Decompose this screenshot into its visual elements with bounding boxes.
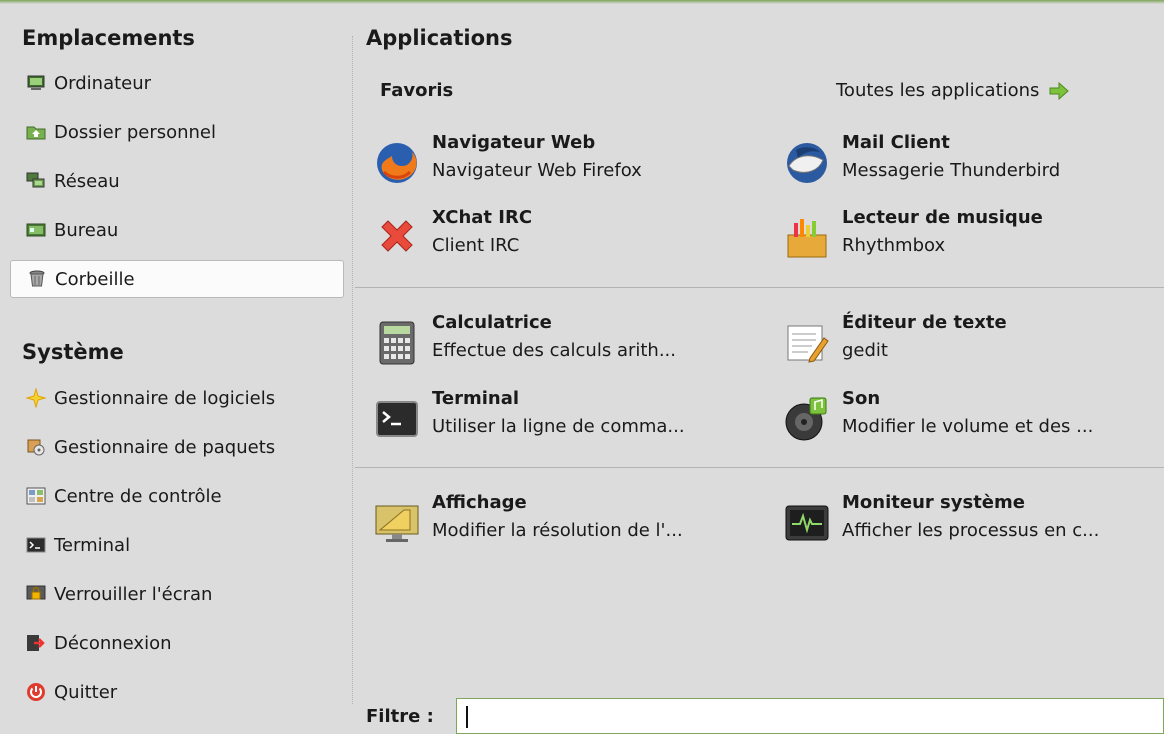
places-title: Emplacements: [22, 26, 195, 50]
logout-icon: [26, 633, 46, 653]
sound-icon: [784, 396, 830, 442]
place-label: Dossier personnel: [54, 121, 217, 143]
rhythmbox-icon: [784, 215, 830, 261]
app-description: Navigateur Web Firefox: [432, 160, 642, 181]
app-xchat[interactable]: XChat IRC Client IRC: [374, 207, 764, 269]
app-mail-client[interactable]: Mail Client Messagerie Thunderbird: [784, 132, 1164, 194]
display-icon: [374, 500, 420, 546]
app-description: Client IRC: [432, 235, 520, 256]
power-icon: [26, 682, 46, 702]
thunderbird-icon: [784, 140, 830, 186]
app-description: gedit: [842, 340, 888, 361]
app-terminal[interactable]: Terminal Utiliser la ligne de comma...: [374, 388, 764, 450]
system-label: Centre de contrôle: [54, 485, 222, 507]
home-folder-icon: [26, 122, 46, 142]
app-system-monitor[interactable]: Moniteur système Afficher les processus …: [784, 492, 1164, 554]
system-software-manager[interactable]: Gestionnaire de logiciels: [10, 379, 344, 417]
app-display[interactable]: Affichage Modifier la résolution de l'..…: [374, 492, 764, 554]
text-cursor: [466, 706, 468, 728]
place-label: Réseau: [54, 170, 120, 192]
app-name: Terminal: [432, 388, 520, 409]
terminal-icon: [374, 396, 420, 442]
app-description: Afficher les processus en c...: [842, 520, 1100, 541]
system-label: Gestionnaire de logiciels: [54, 387, 276, 409]
control-center-icon: [26, 486, 46, 506]
software-manager-icon: [26, 388, 46, 408]
system-quit[interactable]: Quitter: [10, 673, 344, 711]
place-label: Bureau: [54, 219, 119, 241]
calculator-icon: [374, 320, 420, 366]
desktop-icon: [26, 220, 46, 240]
app-name: XChat IRC: [432, 207, 533, 228]
system-package-manager[interactable]: Gestionnaire de paquets: [10, 428, 344, 466]
place-network[interactable]: Réseau: [10, 162, 344, 200]
column-divider: [352, 36, 353, 704]
trash-icon: [27, 269, 47, 289]
system-title: Système: [22, 340, 124, 364]
app-calculator[interactable]: Calculatrice Effectue des calculs arith.…: [374, 312, 764, 374]
app-web-browser[interactable]: Navigateur Web Navigateur Web Firefox: [374, 132, 764, 194]
left-panel: Emplacements Ordinateur Dossier personne…: [0, 0, 352, 734]
all-applications-label: Toutes les applications: [836, 80, 1040, 101]
package-manager-icon: [26, 437, 46, 457]
app-description: Rhythmbox: [842, 235, 946, 256]
text-editor-icon: [784, 320, 830, 366]
section-divider: [355, 467, 1164, 468]
app-description: Utiliser la ligne de comma...: [432, 416, 685, 437]
system-label: Terminal: [54, 534, 131, 556]
favorites-label: Favoris: [380, 80, 454, 101]
app-name: Navigateur Web: [432, 132, 596, 153]
system-monitor-icon: [784, 500, 830, 546]
terminal-icon: [26, 535, 46, 555]
app-description: Messagerie Thunderbird: [842, 160, 1061, 181]
place-computer[interactable]: Ordinateur: [10, 64, 344, 102]
system-control-center[interactable]: Centre de contrôle: [10, 477, 344, 515]
app-text-editor[interactable]: Éditeur de texte gedit: [784, 312, 1164, 374]
system-logout[interactable]: Déconnexion: [10, 624, 344, 662]
xchat-icon: [374, 215, 420, 261]
system-label: Quitter: [54, 681, 118, 703]
place-home-folder[interactable]: Dossier personnel: [10, 113, 344, 151]
all-applications-link[interactable]: Toutes les applications: [836, 80, 1070, 101]
network-icon: [26, 171, 46, 191]
place-desktop[interactable]: Bureau: [10, 211, 344, 249]
app-name: Son: [842, 388, 881, 409]
app-name: Moniteur système: [842, 492, 1025, 513]
app-music-player[interactable]: Lecteur de musique Rhythmbox: [784, 207, 1164, 269]
app-sound[interactable]: Son Modifier le volume et des ...: [784, 388, 1164, 450]
place-label: Corbeille: [55, 268, 135, 290]
place-label: Ordinateur: [54, 72, 152, 94]
lock-screen-icon: [26, 584, 46, 604]
app-name: Mail Client: [842, 132, 950, 153]
app-name: Éditeur de texte: [842, 312, 1007, 333]
system-label: Gestionnaire de paquets: [54, 436, 276, 458]
computer-icon: [26, 73, 46, 93]
place-trash[interactable]: Corbeille: [10, 260, 344, 298]
app-description: Modifier la résolution de l'...: [432, 520, 683, 541]
app-name: Affichage: [432, 492, 527, 513]
filter-label: Filtre :: [366, 706, 434, 727]
app-description: Modifier le volume et des ...: [842, 416, 1094, 437]
green-arrow-right-icon: [1049, 81, 1070, 100]
section-divider: [355, 287, 1164, 288]
system-label: Déconnexion: [54, 632, 172, 654]
app-name: Lecteur de musique: [842, 207, 1043, 228]
firefox-icon: [374, 140, 420, 186]
filter-input[interactable]: [456, 698, 1164, 734]
system-label: Verrouiller l'écran: [54, 583, 213, 605]
app-name: Calculatrice: [432, 312, 552, 333]
system-terminal[interactable]: Terminal: [10, 526, 344, 564]
applications-title: Applications: [366, 26, 513, 50]
system-lock-screen[interactable]: Verrouiller l'écran: [10, 575, 344, 613]
app-description: Effectue des calculs arith...: [432, 340, 677, 361]
